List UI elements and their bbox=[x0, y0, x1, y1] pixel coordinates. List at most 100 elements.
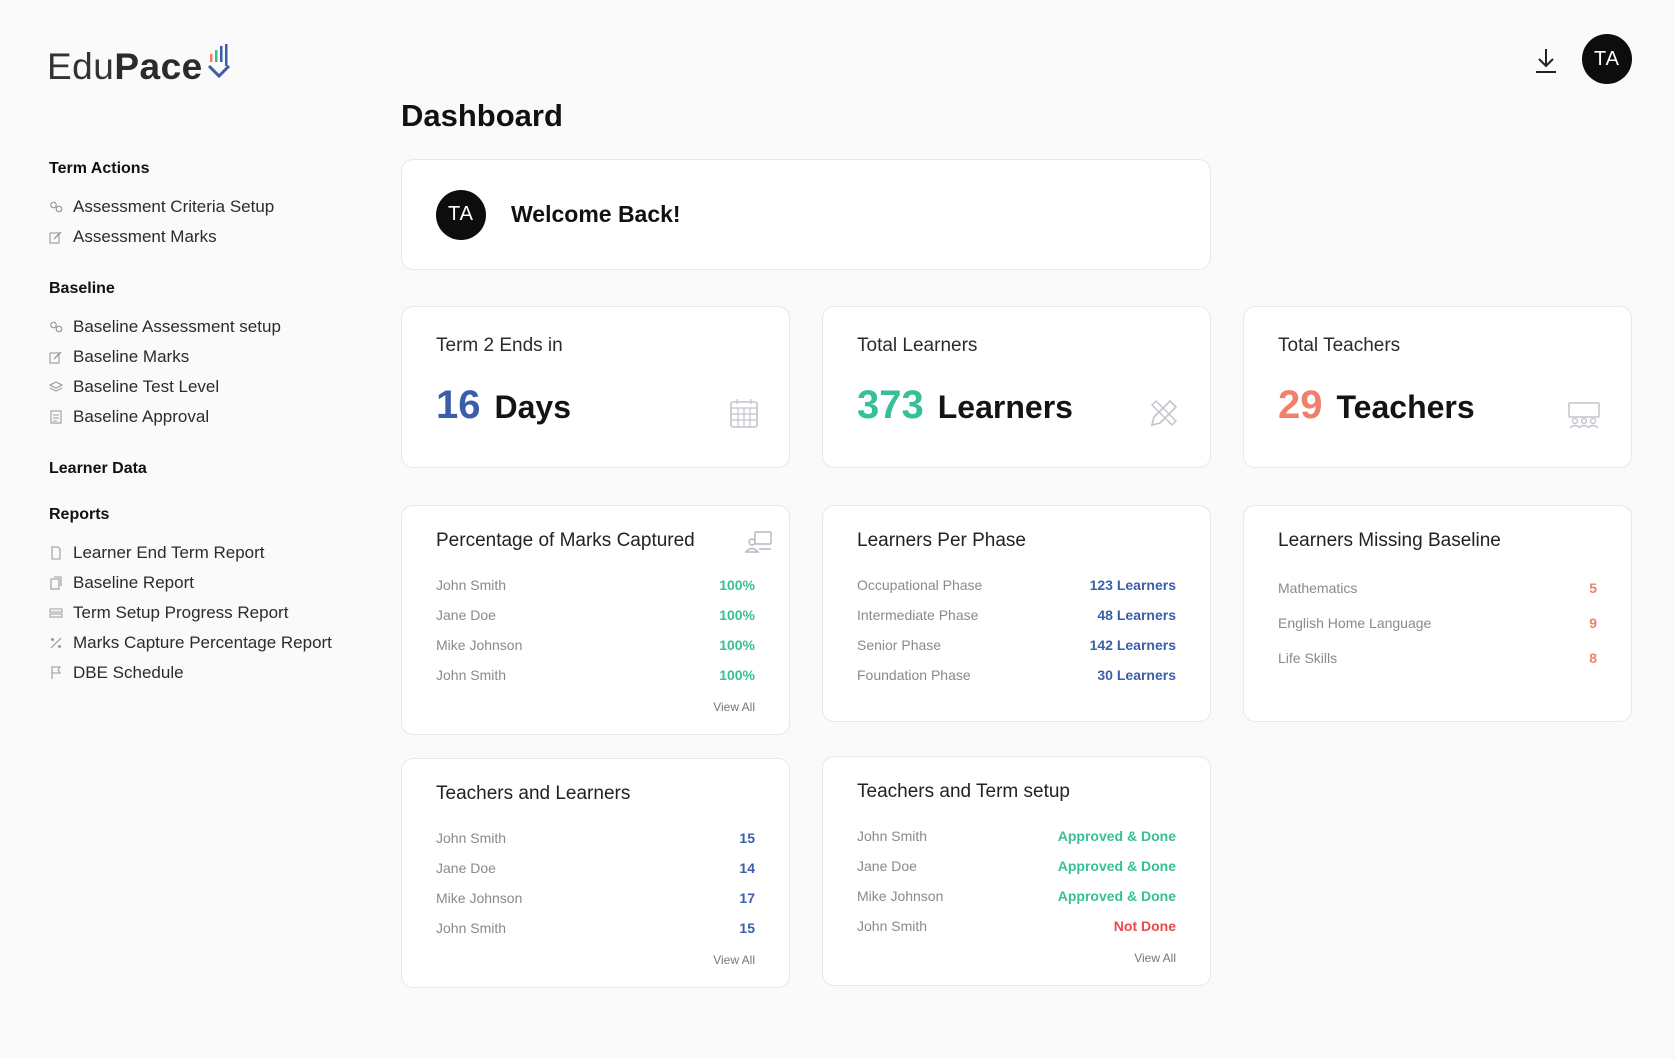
total-learners-card: Total Learners 373 Learners bbox=[822, 306, 1211, 468]
sidebar-section-learner-data[interactable]: Learner Data bbox=[49, 460, 369, 478]
sidebar-item-marks-capture-percentage-report[interactable]: Marks Capture Percentage Report bbox=[49, 628, 369, 658]
sidebar-item-assessment-criteria-setup[interactable]: Assessment Criteria Setup bbox=[49, 192, 369, 222]
list-item: John Smith Not Done bbox=[857, 911, 1176, 941]
row-value: 15 bbox=[739, 830, 755, 846]
sidebar-item-dbe-schedule[interactable]: DBE Schedule bbox=[49, 658, 369, 688]
row-name: John Smith bbox=[857, 918, 928, 934]
document-icon bbox=[49, 410, 63, 424]
file-icon bbox=[49, 546, 63, 560]
sidebar-item-label: Baseline Test Level bbox=[73, 377, 220, 396]
percent-icon bbox=[49, 636, 63, 650]
brand-logo[interactable]: Edu Pace bbox=[47, 44, 231, 88]
logo-chart-icon bbox=[207, 44, 230, 79]
view-all-link[interactable]: View All bbox=[436, 700, 755, 714]
gears-icon bbox=[49, 200, 63, 214]
sidebar-item-label: Baseline Marks bbox=[73, 347, 190, 366]
row-name: Mike Johnson bbox=[857, 888, 944, 904]
list-item: English Home Language 9 bbox=[1278, 605, 1597, 640]
sidebar-section-title: Reports bbox=[49, 506, 110, 523]
download-button[interactable] bbox=[1533, 46, 1559, 76]
sidebar: Term Actions Assessment Criteria Setup A… bbox=[49, 160, 369, 716]
sidebar-section-reports: Reports Learner End Term Report Baseline… bbox=[49, 506, 369, 688]
row-name: Life Skills bbox=[1278, 649, 1338, 666]
sidebar-item-assessment-marks[interactable]: Assessment Marks bbox=[49, 222, 369, 252]
missing-baseline-card: Learners Missing Baseline Mathematics 5 E… bbox=[1243, 505, 1632, 722]
card-title: Learners Missing Baseline bbox=[1278, 530, 1501, 551]
row-name: John Smith bbox=[857, 828, 928, 844]
sidebar-item-label: Learner End Term Report bbox=[73, 543, 265, 562]
welcome-card: TA Welcome Back! bbox=[401, 159, 1211, 270]
download-icon bbox=[1536, 49, 1556, 73]
stat-unit: Days bbox=[494, 389, 572, 425]
row-name: English Home Language bbox=[1278, 614, 1432, 631]
teacher-board-icon bbox=[745, 531, 772, 553]
row-value: 100% bbox=[719, 667, 755, 683]
row-value: 14 bbox=[739, 860, 755, 876]
brand-name-pace: Pace bbox=[114, 46, 203, 87]
sidebar-section-title: Baseline bbox=[49, 280, 115, 297]
row-name: John Smith bbox=[436, 920, 507, 936]
stat-value: 373 bbox=[857, 383, 924, 427]
user-avatar[interactable]: TA bbox=[1582, 34, 1632, 84]
row-name: Jane Doe bbox=[436, 860, 496, 876]
edit-icon bbox=[49, 230, 63, 244]
sidebar-section-baseline: Baseline Baseline Assessment setup Basel… bbox=[49, 280, 369, 432]
stat-label: Total Learners bbox=[857, 335, 978, 356]
row-name: Senior Phase bbox=[857, 637, 942, 653]
status-badge: Not Done bbox=[1113, 918, 1176, 934]
gears-icon bbox=[49, 320, 63, 334]
sidebar-item-label: Marks Capture Percentage Report bbox=[73, 633, 332, 652]
row-value: 142 Learners bbox=[1089, 637, 1176, 653]
sidebar-item-baseline-assessment-setup[interactable]: Baseline Assessment setup bbox=[49, 312, 369, 342]
sidebar-item-label: Term Setup Progress Report bbox=[73, 603, 289, 622]
welcome-message: Welcome Back! bbox=[511, 201, 681, 227]
row-name: Jane Doe bbox=[857, 858, 917, 874]
list-item: John Smith 100% bbox=[436, 660, 755, 690]
page-title: Dashboard bbox=[401, 98, 563, 133]
sidebar-item-learner-end-term-report[interactable]: Learner End Term Report bbox=[49, 538, 369, 568]
sidebar-item-baseline-marks[interactable]: Baseline Marks bbox=[49, 342, 369, 372]
edit-icon bbox=[49, 350, 63, 364]
sidebar-item-baseline-test-level[interactable]: Baseline Test Level bbox=[49, 372, 369, 402]
list-item: John Smith 15 bbox=[436, 913, 755, 943]
stat-value: 16 bbox=[436, 383, 481, 427]
sidebar-item-baseline-report[interactable]: Baseline Report bbox=[49, 568, 369, 598]
stat-label: Total Teachers bbox=[1278, 335, 1401, 356]
row-value: 100% bbox=[719, 637, 755, 653]
row-name: Jane Doe bbox=[436, 607, 496, 623]
stat-unit: Teachers bbox=[1336, 389, 1475, 425]
stat-label: Term 2 Ends in bbox=[436, 335, 563, 356]
view-all-link[interactable]: View All bbox=[436, 953, 755, 967]
row-name: John Smith bbox=[436, 577, 507, 593]
list-item: Intermediate Phase 48 Learners bbox=[857, 600, 1176, 630]
sidebar-section-title: Term Actions bbox=[49, 160, 150, 177]
teachers-term-setup-card: Teachers and Term setup John Smith Approv… bbox=[822, 756, 1211, 986]
list-item: Mathematics 5 bbox=[1278, 570, 1597, 605]
card-title: Teachers and Learners bbox=[436, 783, 631, 804]
row-name: Mathematics bbox=[1278, 579, 1358, 596]
list-icon bbox=[49, 606, 63, 620]
row-value: 17 bbox=[739, 890, 755, 906]
classroom-icon bbox=[1568, 402, 1600, 429]
list-item: Mike Johnson 100% bbox=[436, 630, 755, 660]
sidebar-item-term-setup-progress-report[interactable]: Term Setup Progress Report bbox=[49, 598, 369, 628]
row-name: Foundation Phase bbox=[857, 667, 971, 683]
sidebar-item-label: Baseline Approval bbox=[73, 407, 210, 426]
calendar-icon bbox=[730, 399, 758, 428]
list-item: Life Skills 8 bbox=[1278, 640, 1597, 675]
status-badge: Approved & Done bbox=[1057, 888, 1176, 904]
sidebar-item-baseline-approval[interactable]: Baseline Approval bbox=[49, 402, 369, 432]
list-item: John Smith 100% bbox=[436, 570, 755, 600]
row-value: 100% bbox=[719, 577, 755, 593]
sidebar-item-label: Assessment Criteria Setup bbox=[73, 197, 275, 216]
row-name: Intermediate Phase bbox=[857, 607, 979, 623]
learners-per-phase-card: Learners Per Phase Occupational Phase 123… bbox=[822, 505, 1211, 722]
layers-icon bbox=[49, 380, 63, 394]
total-teachers-card: Total Teachers 29 Teachers bbox=[1243, 306, 1632, 468]
row-value: 100% bbox=[719, 607, 755, 623]
view-all-link[interactable]: View All bbox=[857, 951, 1176, 965]
flag-icon bbox=[49, 666, 63, 680]
pencil-ruler-icon bbox=[1150, 399, 1178, 427]
sidebar-section-title: Learner Data bbox=[49, 460, 147, 477]
term-ends-card: Term 2 Ends in 16 Days bbox=[401, 306, 790, 468]
